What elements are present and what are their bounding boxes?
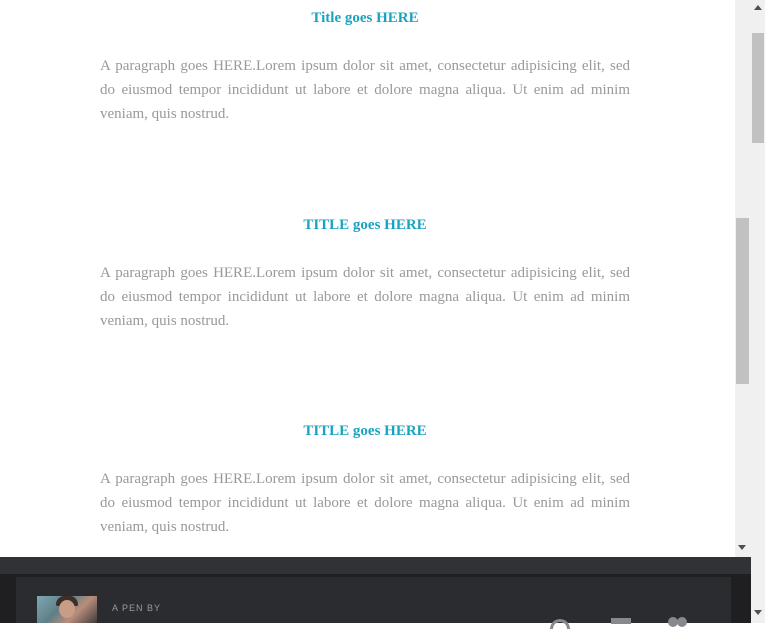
comments-icon[interactable] [611,618,631,624]
section-paragraph: A paragraph goes HERE.Lorem ipsum dolor … [100,265,630,329]
content-section: TITLE goes HERE A paragraph goes HERE.Lo… [100,217,630,333]
page-scroll-down-arrow-icon[interactable] [754,610,762,615]
pen-footer-panel [16,577,731,623]
hearts-icon-part [677,617,687,627]
content-section: TITLE goes HERE A paragraph goes HERE.Lo… [100,423,630,539]
section-title: Title goes HERE [311,10,419,26]
section-paragraph: A paragraph goes HERE.Lorem ipsum dolor … [100,471,630,535]
footer-divider [0,557,751,574]
pen-by-label: A PEN BY [112,603,162,613]
page-scrollbar-thumb[interactable] [752,33,764,143]
section-title: TITLE goes HERE [303,423,427,439]
section-paragraph: A paragraph goes HERE.Lorem ipsum dolor … [100,58,630,122]
content-section: Title goes HERE A paragraph goes HERE.Lo… [100,10,630,126]
author-avatar[interactable] [37,596,97,623]
preview-scrollbar-thumb[interactable] [736,218,749,384]
preview-frame: Title goes HERE A paragraph goes HERE.Lo… [0,0,735,557]
preview-scroll-down-arrow-icon[interactable] [738,545,746,550]
page-scroll-up-arrow-icon[interactable] [754,5,762,10]
section-title: TITLE goes HERE [303,217,427,233]
avatar-face [59,600,75,618]
